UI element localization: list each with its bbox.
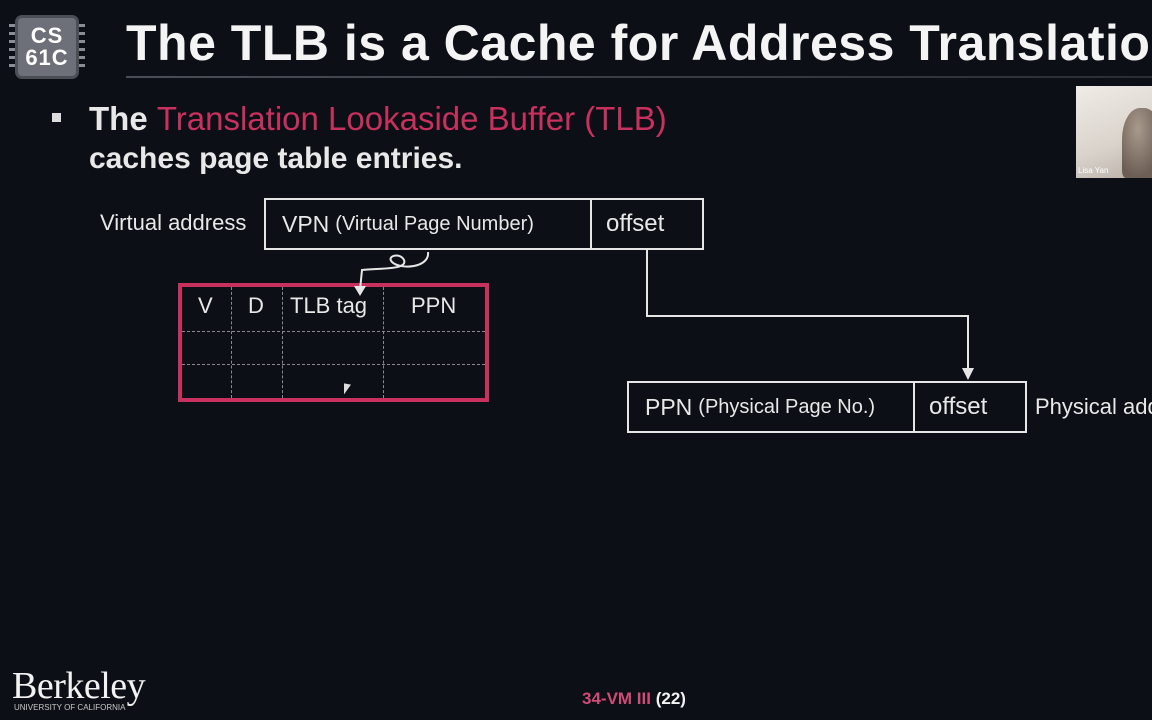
- vpn-to-tlb-annotation: [359, 251, 429, 291]
- berkeley-subtitle: UNIVERSITY OF CALIFORNIA: [14, 703, 126, 712]
- offset-to-offset-arrow: [646, 250, 969, 372]
- vpn-to-tlb-arrowhead: [354, 286, 366, 296]
- slide-prefix: 34-VM III: [582, 689, 651, 708]
- offset-arrowhead: [962, 368, 974, 380]
- slide-index: (22): [655, 689, 686, 708]
- connector-arrows: [354, 250, 974, 380]
- slide-number: 34-VM III (22): [582, 689, 686, 709]
- slide: CS 61C The TLB is a Cache for Address Tr…: [0, 0, 1152, 720]
- berkeley-logo: Berkeley: [12, 665, 146, 707]
- mouse-cursor-icon: [344, 383, 351, 396]
